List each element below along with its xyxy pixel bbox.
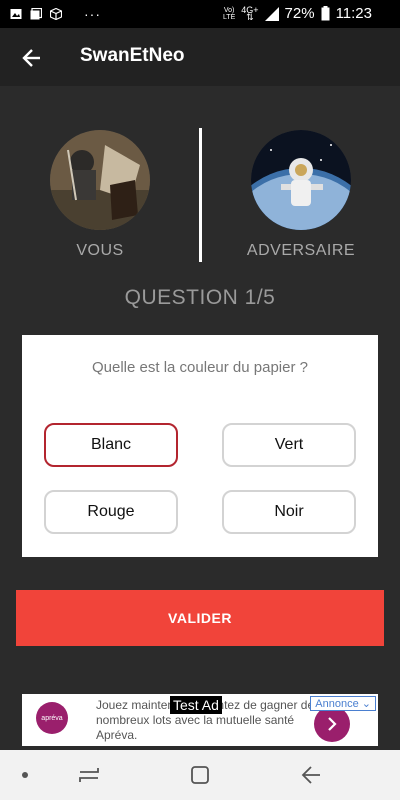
more-dots-icon: ··· <box>84 6 101 22</box>
home-icon <box>191 766 209 784</box>
volte-icon: Vo) LTE <box>222 6 236 21</box>
chevron-right-icon <box>328 717 337 731</box>
player-label-you: VOUS <box>76 242 124 259</box>
arrow-left-icon <box>22 49 40 67</box>
system-nav-bar <box>0 750 400 800</box>
signal-icon <box>264 6 279 21</box>
ad-choice-badge[interactable]: Annonce ⌄ <box>310 696 376 711</box>
question-card: Quelle est la couleur du papier ? Blanc … <box>22 335 378 557</box>
home-button[interactable] <box>187 762 213 788</box>
4g-icon: 4G+ ⇅ <box>241 4 259 22</box>
image-icon <box>10 9 22 19</box>
status-bar: ··· Vo) LTE 4G+ ⇅ 72% 11:23 <box>0 0 400 28</box>
recent-apps-button[interactable] <box>76 762 102 788</box>
test-ad-label: Test Ad <box>170 696 222 714</box>
answer-button-blanc[interactable]: Blanc <box>44 423 178 467</box>
answer-button-vert[interactable]: Vert <box>222 423 356 467</box>
answer-button-noir[interactable]: Noir <box>222 490 356 534</box>
back-nav-button[interactable] <box>298 762 324 788</box>
gallery-icon <box>30 8 42 20</box>
battery-icon <box>321 6 330 21</box>
avatar-opponent <box>251 130 351 230</box>
question-counter: QUESTION 1/5 <box>124 286 276 309</box>
ad-logo: apréva <box>36 702 68 734</box>
question-text: Quelle est la couleur du papier ? <box>92 359 308 376</box>
page-title: SwanEtNeo <box>80 45 185 66</box>
player-label-opponent: ADVERSAIRE <box>246 242 356 259</box>
cube-icon <box>50 8 62 20</box>
avatar-you <box>50 130 150 230</box>
nav-dot[interactable] <box>12 762 38 788</box>
back-button[interactable] <box>16 42 48 74</box>
app-bar: SwanEtNeo <box>0 28 400 86</box>
player-you: VOUS <box>45 130 155 260</box>
recent-apps-icon <box>79 768 99 782</box>
validate-button[interactable]: VALIDER <box>16 590 384 646</box>
answer-button-rouge[interactable]: Rouge <box>44 490 178 534</box>
back-icon <box>301 766 320 784</box>
ad-cta-button[interactable] <box>314 706 350 742</box>
divider <box>199 128 202 262</box>
battery-percent: 72% <box>284 5 315 22</box>
player-opponent: ADVERSAIRE <box>246 130 356 260</box>
dot-icon <box>22 772 28 778</box>
clock: 11:23 <box>335 5 372 22</box>
